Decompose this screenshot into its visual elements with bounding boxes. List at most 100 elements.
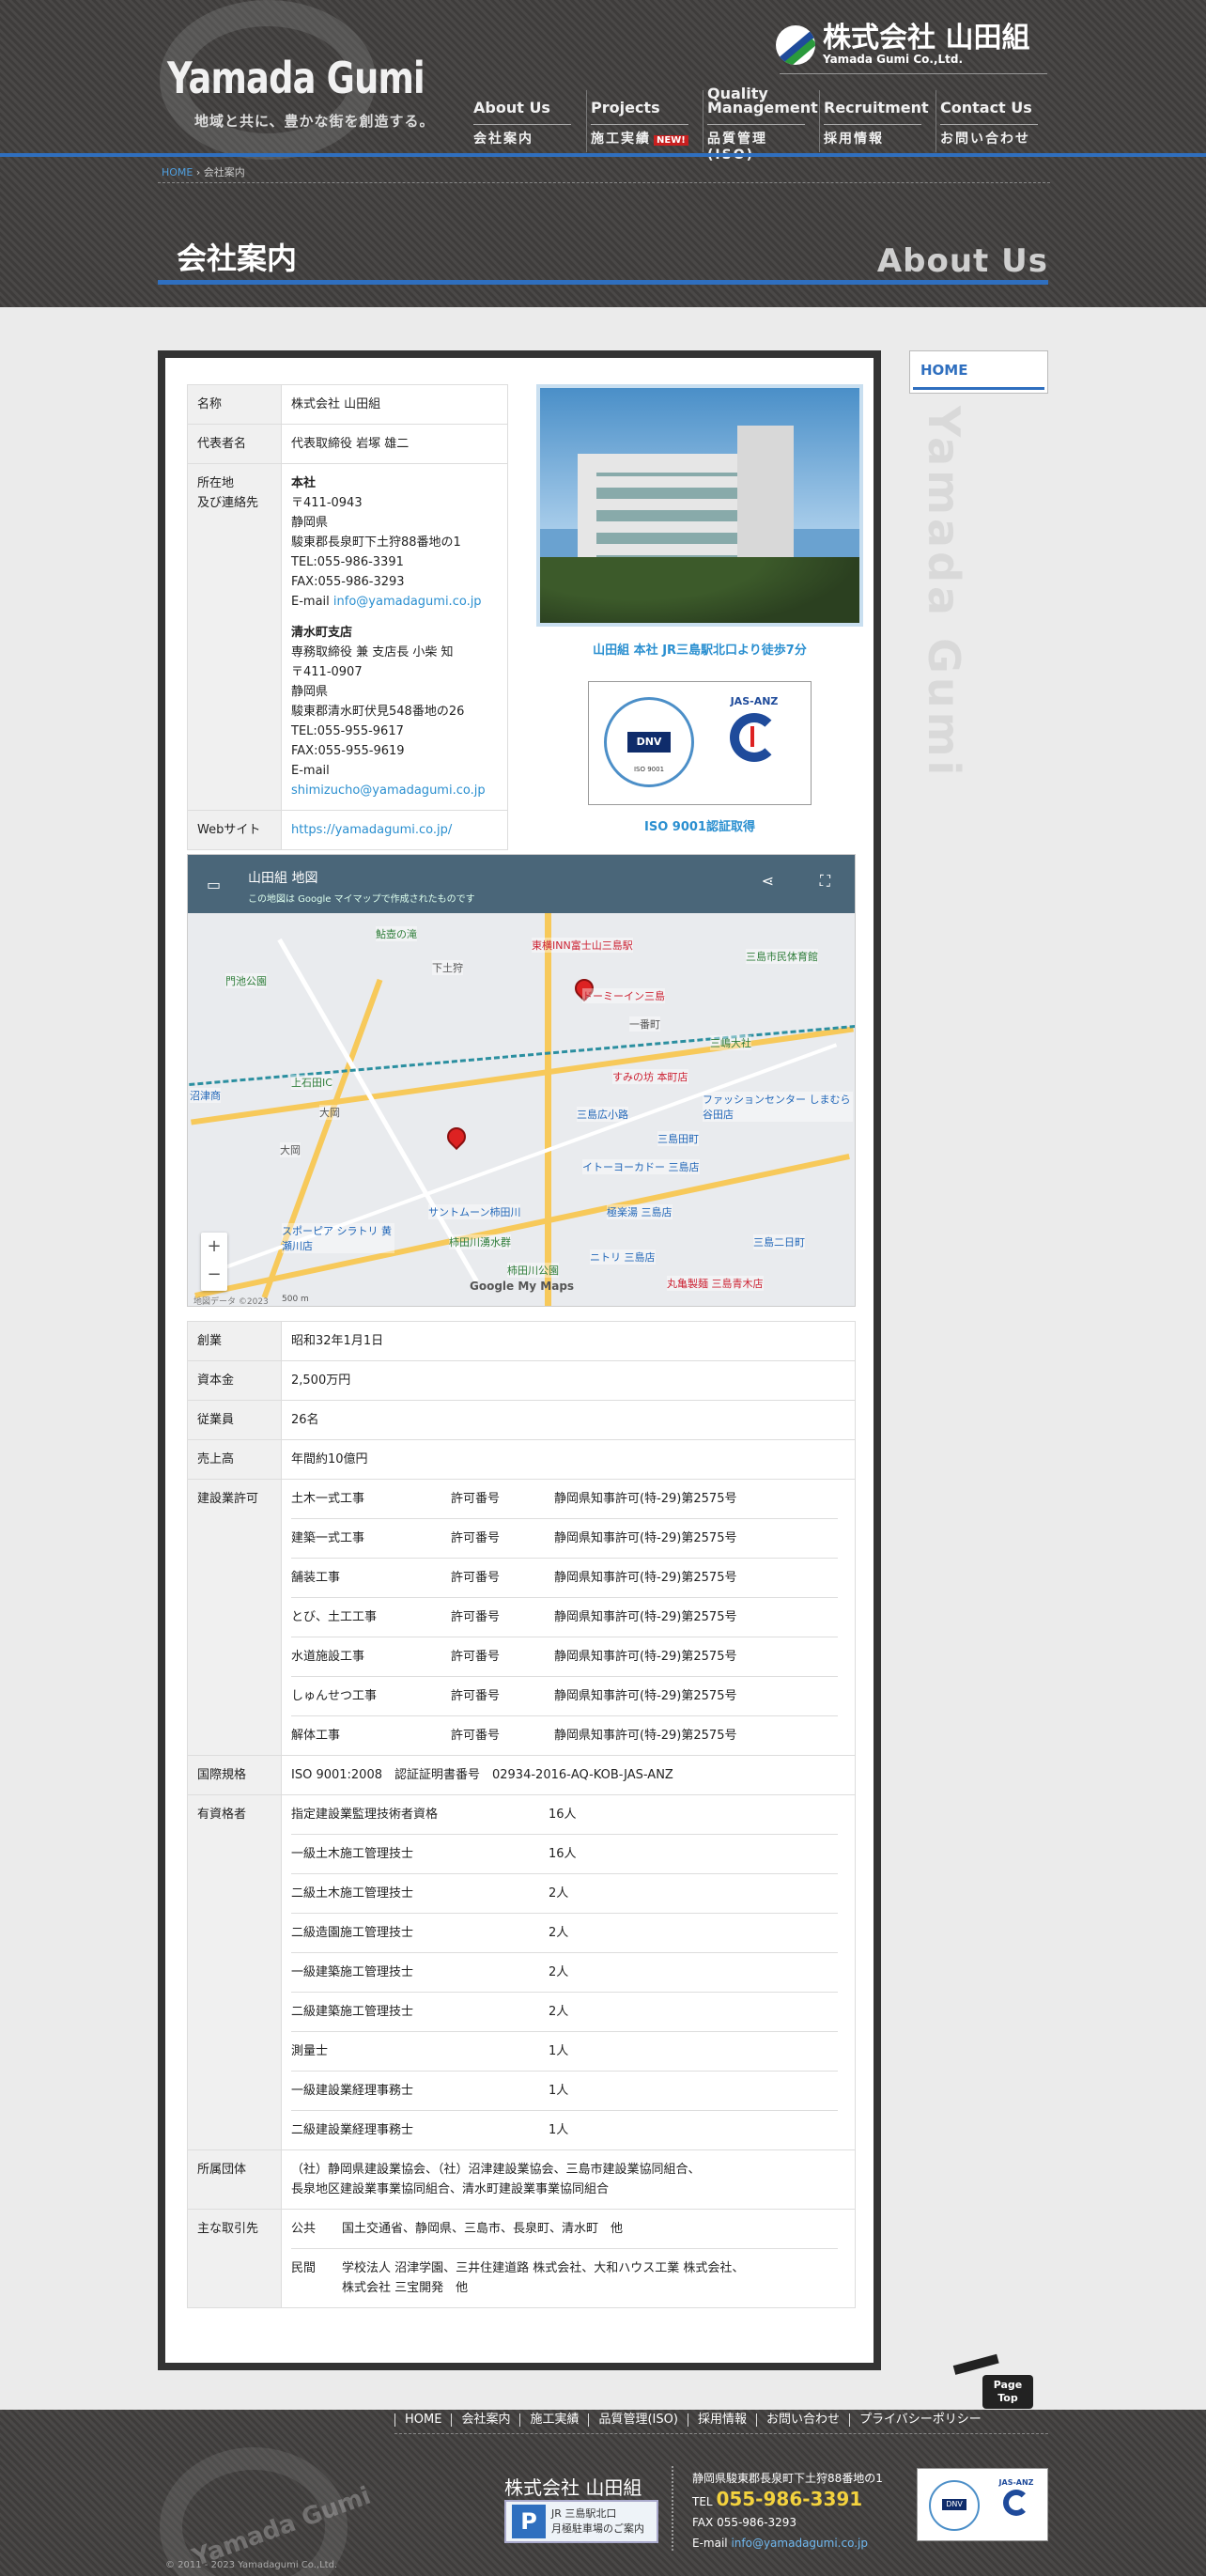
breadcrumb-rule (158, 182, 1050, 183)
head-office-line: FAX:055-986-3293 (291, 575, 405, 589)
location-label: 所在地 (197, 476, 235, 490)
embedded-map[interactable]: ▭ 山田組 地図 この地図は Google マイマップで作成されたものです ⋖ … (187, 854, 856, 1307)
license-row: 水道施設工事 許可番号 静岡県知事許可(特-29)第2575号 (291, 1637, 838, 1677)
map-brand: Google My Maps (470, 1280, 575, 1293)
parking-text: JR 三島駅北口 月極駐車場のご案内 (551, 2506, 644, 2537)
breadcrumb-current: 会社案内 (203, 166, 245, 178)
qualification-count: 2人 (549, 1913, 838, 1953)
map-label: 三島広小路 (577, 1107, 628, 1122)
license-key: 許可番号 (451, 1729, 501, 1743)
contact-label: 及び連絡先 (197, 496, 259, 510)
tel-number[interactable]: 055-986-3391 (716, 2488, 862, 2510)
qualification-row: 二級建築施工管理技士 2人 (291, 1992, 838, 2032)
page-top-button[interactable]: Page Top (952, 2353, 1033, 2409)
map-label: スポーピア シラトリ 黄瀬川店 (282, 1223, 394, 1253)
map-header: ▭ 山田組 地図 この地図は Google マイマップで作成されたものです ⋖ … (188, 855, 855, 913)
map-copyright: 地図データ ©2023 (193, 1297, 269, 1307)
map-label: 下土狩 (432, 960, 463, 975)
footer-link-quality[interactable]: 品質管理(ISO) (588, 2413, 687, 2427)
qualification-row: 二級土木施工管理技士 2人 (291, 1873, 838, 1914)
nav-projects-en: Projects (591, 99, 660, 116)
client-value: 国土交通省、静岡県、三島市、長泉町、清水町 他 (342, 2210, 838, 2249)
iso-caption: ISO 9001認証取得 (644, 820, 755, 834)
website-link[interactable]: https://yamadagumi.co.jp/ (291, 823, 452, 837)
nav-about[interactable]: About Us 会社案内 (470, 90, 586, 152)
page-top-label: Page Top (982, 2375, 1033, 2409)
content-panel: 名称 株式会社 山田組 代表者名 代表取締役 岩塚 雄二 所在地 及び連絡先 本… (165, 358, 874, 2363)
map-canvas[interactable]: 東横INN富士山三島駅 三島市民体育館 ドーミーイン三島 三嶋大社 すみの坊 本… (188, 913, 855, 1307)
nav-quality-en: Quality Management (707, 85, 818, 116)
license-type: とび、土工工事 (291, 1597, 451, 1637)
map-label: 丸亀製麺 三島青木店 (667, 1276, 764, 1291)
header-rule (780, 73, 1047, 74)
row-value: https://yamadagumi.co.jp/ (281, 810, 508, 850)
license-row: 建築一式工事 許可番号 静岡県知事許可(特-29)第2575号 (291, 1518, 838, 1559)
footer-link-projects[interactable]: 施工実績 (519, 2413, 588, 2427)
nav-projects-label: 施工実績 (591, 132, 651, 147)
row-label: 売上高 (187, 1439, 282, 1480)
map-label: ドーミーイン三島 (582, 988, 665, 1003)
map-label: 柿田川湧水群 (449, 1234, 511, 1249)
email-label: E-mail (692, 2537, 728, 2550)
qualification-name: 二級建設業経理事務士 (291, 2123, 414, 2137)
footer-email: E-mail info@yamadagumi.co.jp (692, 2533, 883, 2553)
qualification-count: 1人 (549, 2031, 838, 2072)
zoom-out-button[interactable]: − (201, 1261, 227, 1289)
sidebar-vertical-logo: Yamada Gumi (919, 406, 969, 780)
parking-banner[interactable]: P JR 三島駅北口 月極駐車場のご案内 (504, 2500, 658, 2543)
license-row: 土木一式工事 許可番号 静岡県知事許可(特-29)第2575号 (291, 1480, 838, 1519)
sidebar-item-home[interactable]: HOME (913, 354, 1044, 390)
nav-quality[interactable]: Quality Management 品質管理(ISO) (703, 85, 819, 163)
qualification-name: 二級造園施工管理技士 (291, 1913, 549, 1953)
qualification-row: 指定建設業監理技術者資格 16人 (291, 1795, 838, 1835)
footer-link-home[interactable]: HOME (394, 2413, 451, 2427)
map-legend-icon[interactable]: ▭ (207, 876, 221, 893)
license-type: 舗装工事 (291, 1558, 451, 1598)
nav-contact[interactable]: Contact Us お問い合わせ (935, 90, 1052, 152)
map-pin-branch[interactable] (442, 1123, 471, 1151)
head-office-title: 本社 (291, 476, 317, 490)
qualification-count: 2人 (549, 1992, 838, 2032)
head-office-email-link[interactable]: info@yamadagumi.co.jp (333, 595, 482, 609)
jas-anz-mark (730, 713, 779, 762)
sidebar-nav: HOME (909, 350, 1048, 394)
license-number: 静岡県知事許可(特-29)第2575号 (554, 1676, 838, 1716)
page-title-en: About Us (876, 242, 1048, 280)
title-accent-bar (158, 280, 1048, 285)
qualification-name: 一級建設業経理事務士 (291, 2071, 549, 2111)
site-logo[interactable]: Yamada Gumi (167, 53, 425, 103)
company-info-table: 名称 株式会社 山田組 代表者名 代表取締役 岩塚 雄二 所在地 及び連絡先 本… (187, 384, 508, 850)
footer-link-privacy[interactable]: プライバシーポリシー (848, 2413, 991, 2427)
fullscreen-icon[interactable]: ⛶ (820, 872, 830, 891)
footer-email-link[interactable]: info@yamadagumi.co.jp (731, 2537, 868, 2550)
footer-nav-rule (394, 2433, 1048, 2434)
corporate-subname: Yamada Gumi Co.,Ltd. (823, 53, 964, 66)
breadcrumb-home[interactable]: HOME (162, 166, 193, 178)
share-icon[interactable]: ⋖ (762, 872, 774, 890)
map-label: 東横INN富士山三島駅 (532, 938, 633, 953)
corporate-name: 株式会社 山田組 (823, 22, 1030, 54)
branch-email-link[interactable]: shimizucho@yamadagumi.co.jp (291, 784, 486, 798)
site-footer: HOME 会社案内 施工実績 品質管理(ISO) 採用情報 お問い合わせ プライ… (0, 2410, 1206, 2576)
zoom-in-button[interactable]: + (201, 1233, 227, 1261)
breadcrumb: HOME › 会社案内 (162, 164, 245, 179)
row-label: 創業 (187, 1321, 282, 1361)
iso-certification-logo: DNV ISO 9001 JAS-ANZ (588, 681, 812, 805)
license-row: 解体工事 許可番号 静岡県知事許可(特-29)第2575号 (291, 1716, 838, 1756)
nav-about-en: About Us (473, 99, 550, 116)
corporate-logo[interactable]: 株式会社 山田組 Yamada Gumi Co.,Ltd. (776, 24, 1029, 66)
footer-link-contact[interactable]: お問い合わせ (755, 2413, 849, 2427)
qualification-row: 一級建築施工管理技士 2人 (291, 1952, 838, 1993)
nav-projects[interactable]: Projects 施工実績 NEW! (586, 90, 703, 152)
footer-address-block: 静岡県駿東郡長泉町下土狩88番地の1 TEL 055-986-3391 FAX … (692, 2468, 883, 2553)
row-value: 株式会社 山田組 (281, 384, 508, 425)
qualification-row: 一級土木施工管理技士 16人 (291, 1834, 838, 1874)
footer-link-about[interactable]: 会社案内 (451, 2413, 519, 2427)
map-label: ニトリ 三島店 (590, 1249, 656, 1265)
email-label: E-mail (291, 595, 330, 609)
row-label: 名称 (187, 384, 282, 425)
nav-recruit[interactable]: Recruitment 採用情報 (819, 90, 935, 152)
footer-tel: TEL 055-986-3391 (692, 2489, 883, 2512)
footer-link-recruit[interactable]: 採用情報 (687, 2413, 756, 2427)
